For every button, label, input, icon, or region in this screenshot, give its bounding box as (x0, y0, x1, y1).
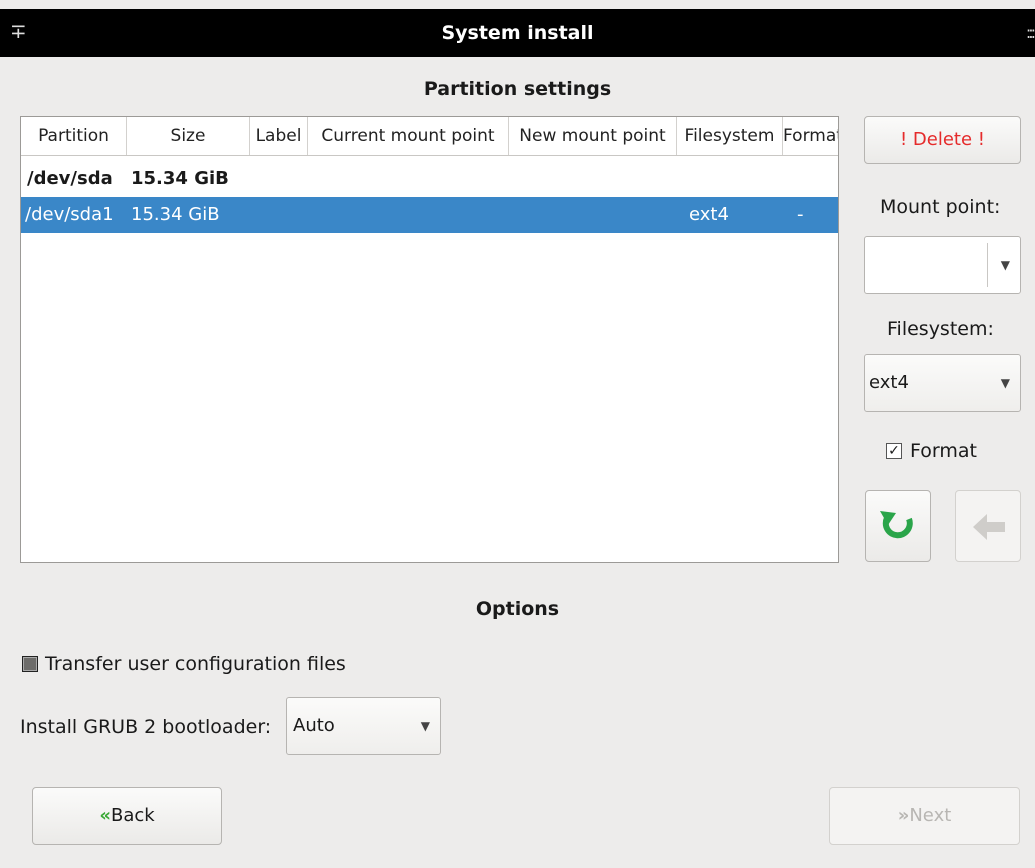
table-header: Partition Size Label Current mount point… (21, 117, 838, 156)
cell-format: - (797, 204, 804, 225)
column-header-partition[interactable]: Partition (21, 117, 127, 155)
column-header-new-mount[interactable]: New mount point (509, 117, 677, 155)
column-header-size[interactable]: Size (127, 117, 250, 155)
next-button-label: Next (909, 805, 952, 826)
back-button-label: Back (110, 805, 155, 826)
column-header-current-mount[interactable]: Current mount point (308, 117, 509, 155)
mount-point-label: Mount point: (880, 196, 1001, 218)
combo-divider (987, 243, 988, 287)
refresh-button[interactable] (865, 490, 931, 562)
partition-settings-title: Partition settings (423, 78, 612, 100)
transfer-config-label: Transfer user configuration files (45, 653, 346, 675)
delete-button[interactable]: ! Delete ! (864, 116, 1021, 164)
filesystem-value: ext4 (869, 372, 909, 393)
cell-size: 15.34 GiB (131, 204, 220, 225)
filesystem-combo[interactable]: ext4 ▼ (864, 354, 1021, 412)
grub-value: Auto (293, 715, 335, 736)
chevron-down-icon: ▼ (1000, 376, 1010, 390)
next-button[interactable]: »Next (829, 787, 1020, 845)
format-checkbox-label: Format (910, 440, 977, 462)
back-button[interactable]: «Back (32, 787, 222, 845)
table-row-selected[interactable]: /dev/sda1 15.34 GiB ext4 - (21, 197, 838, 233)
undo-button[interactable] (955, 490, 1021, 562)
column-header-label[interactable]: Label (250, 117, 308, 155)
refresh-arrow-icon (880, 511, 913, 539)
left-arrow-icon (973, 514, 1005, 540)
table-row[interactable]: /dev/sda 15.34 GiB (21, 161, 838, 197)
cell-partition: /dev/sda1 (25, 204, 114, 225)
grub-label: Install GRUB 2 bootloader: (20, 716, 272, 738)
window-title: System install (441, 22, 594, 44)
chevron-down-icon: ▼ (420, 719, 430, 733)
cell-filesystem: ext4 (689, 204, 729, 225)
grip-icon[interactable]: ::: (1026, 23, 1035, 42)
column-header-format[interactable]: Format (783, 117, 838, 155)
double-chevron-left-icon: « (99, 805, 111, 826)
cell-size: 15.34 GiB (131, 168, 229, 189)
double-chevron-right-icon: » (897, 805, 910, 826)
mount-point-combo[interactable]: ▼ (864, 236, 1021, 294)
cell-partition: /dev/sda (27, 168, 113, 189)
grub-combo[interactable]: Auto ▼ (286, 697, 441, 755)
filesystem-label: Filesystem: (887, 318, 994, 340)
chevron-down-icon: ▼ (1000, 258, 1010, 272)
options-title: Options (475, 598, 560, 620)
format-checkbox[interactable]: ✓ (886, 443, 902, 459)
column-header-filesystem[interactable]: Filesystem (677, 117, 783, 155)
partition-table[interactable]: Partition Size Label Current mount point… (20, 116, 839, 563)
window-titlebar: ∓ System install ::: (0, 9, 1035, 57)
transfer-config-checkbox[interactable] (22, 656, 38, 672)
